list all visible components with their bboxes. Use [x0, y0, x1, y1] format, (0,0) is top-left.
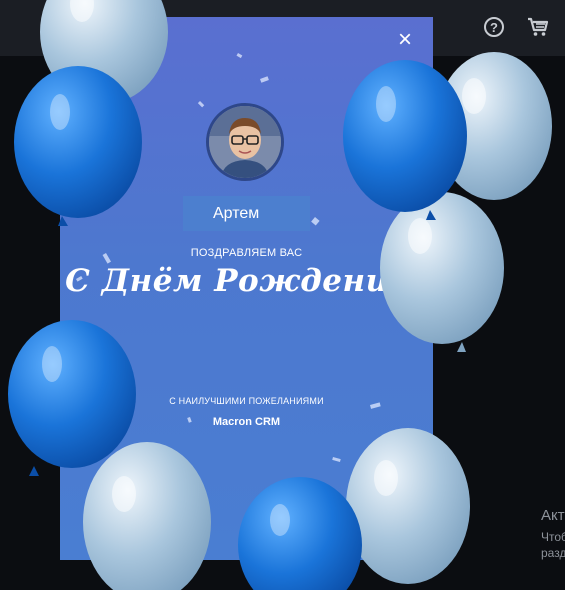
wishes-text: С НАИЛУЧШИМИ ПОЖЕЛАНИЯМИ	[169, 396, 324, 406]
avatar	[206, 103, 284, 181]
sender-name: Macron CRM	[212, 416, 281, 428]
side-panel-title: Акт	[541, 507, 565, 524]
side-panel-text-line2: разд	[541, 546, 565, 560]
side-panel-text-line1: Чтоб	[541, 530, 565, 544]
help-icon[interactable]: ?	[484, 17, 504, 37]
birthday-headline: С Днём Рождения!	[65, 263, 428, 299]
close-button[interactable]: ×	[396, 28, 414, 52]
recipient-name-field: Артем	[183, 196, 310, 231]
cart-icon[interactable]	[527, 16, 549, 38]
balloon-light-right-top	[436, 52, 552, 200]
greeting-text: ПОЗДРАВЛЯЕМ ВАС	[190, 247, 303, 259]
